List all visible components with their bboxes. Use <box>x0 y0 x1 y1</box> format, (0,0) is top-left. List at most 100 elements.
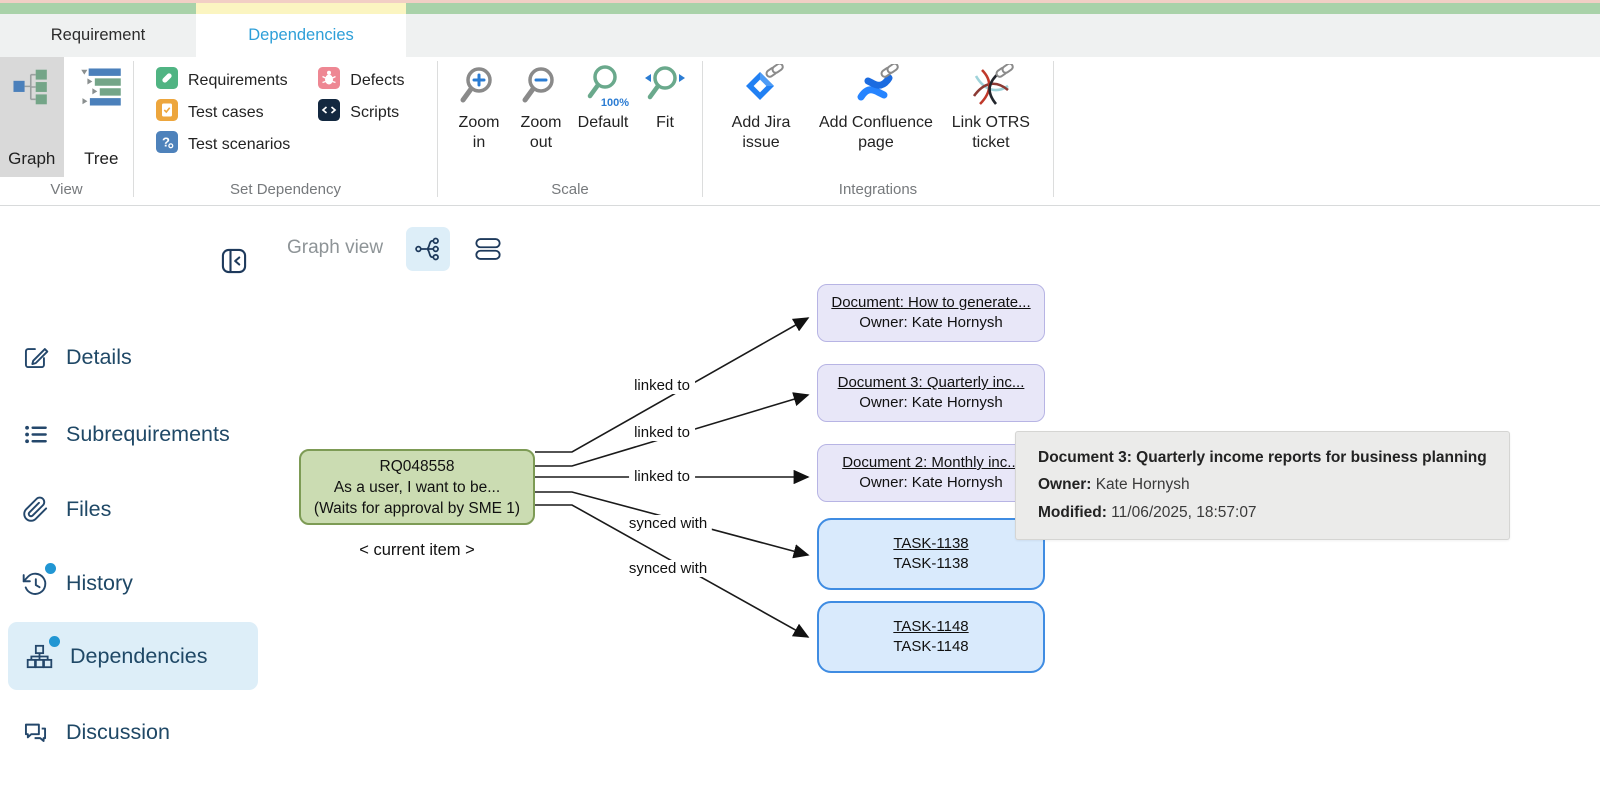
add-jira-label-line2: issue <box>742 133 779 153</box>
defects-label: Defects <box>350 72 404 90</box>
dependencies-notification-dot <box>49 636 60 647</box>
tree-view-label: Tree <box>84 149 118 169</box>
edge-label-linked-to-1: linked to <box>629 377 695 394</box>
current-node-status: (Waits for approval by SME 1) <box>314 498 520 519</box>
document-node-3-link[interactable]: Document 2: Monthly inc... <box>842 453 1020 473</box>
set-dependency-test-scenarios-button[interactable]: ? Test scenarios <box>156 131 290 158</box>
fit-button[interactable]: Fit <box>636 61 694 179</box>
tooltip-owner-row: Owner: Kate Hornysh <box>1038 471 1487 499</box>
document-node-2-owner: Owner: Kate Hornysh <box>859 393 1002 413</box>
document-node-1[interactable]: Document: How to generate... Owner: Kate… <box>817 284 1045 342</box>
default-zoom-label: Default <box>578 113 629 133</box>
zoom-out-button[interactable]: Zoom out <box>512 61 570 179</box>
link-otrs-label-line1: Link OTRS <box>952 113 1030 133</box>
group-label-set-dependency: Set Dependency <box>134 179 437 205</box>
tooltip-modified-row: Modified: 11/06/2025, 18:57:07 <box>1038 499 1487 527</box>
dependencies-panel: Details Subrequirements Files <box>0 207 1600 792</box>
sidebar-item-details[interactable]: Details <box>22 337 132 377</box>
sidebar-label-history: History <box>66 571 133 596</box>
tooltip-owner-label: Owner: <box>1038 476 1091 493</box>
test-scenarios-icon: ? <box>156 131 178 158</box>
sidebar-item-subrequirements[interactable]: Subrequirements <box>22 414 230 454</box>
paperclip-icon <box>22 496 49 523</box>
confluence-icon <box>853 61 899 113</box>
task-node-1138-link[interactable]: TASK-1138 <box>893 534 968 554</box>
edit-icon <box>22 344 49 371</box>
graph-view-icon <box>9 66 55 113</box>
sidebar-item-discussion[interactable]: Discussion <box>22 712 170 752</box>
document-node-1-link[interactable]: Document: How to generate... <box>831 293 1030 313</box>
list-layout-toggle[interactable] <box>468 231 508 267</box>
zoom-in-button[interactable]: Zoom in <box>450 61 508 179</box>
set-dependency-test-cases-button[interactable]: Test cases <box>156 99 290 126</box>
fit-label: Fit <box>656 113 674 133</box>
zoom-out-icon <box>519 61 563 113</box>
graph-view-button[interactable]: Graph <box>0 57 64 177</box>
task-node-1148[interactable]: TASK-1148 TASK-1148 <box>817 601 1045 673</box>
default-zoom-icon: 100% <box>581 61 625 113</box>
document-node-3-owner: Owner: Kate Hornysh <box>859 473 1002 493</box>
ribbon-tab-bar: Requirement Dependencies <box>0 14 1600 57</box>
active-tab-highlight-strip <box>196 3 406 14</box>
requirements-icon <box>156 67 178 94</box>
zoom-in-label-line2: in <box>473 133 485 153</box>
sidebar-item-files[interactable]: Files <box>22 489 111 529</box>
sidebar-label-discussion: Discussion <box>66 720 170 745</box>
tree-view-button[interactable]: Tree <box>70 57 134 177</box>
group-label-view: View <box>0 179 133 205</box>
zoom-out-label-line2: out <box>530 133 552 153</box>
zoom-in-icon <box>457 61 501 113</box>
link-otrs-ticket-button[interactable]: Link OTRS ticket <box>943 61 1039 179</box>
history-icon <box>22 570 49 597</box>
test-cases-icon <box>156 99 178 126</box>
current-requirement-node[interactable]: RQ048558 As a user, I want to be... (Wai… <box>299 449 535 525</box>
add-confluence-label-line1: Add Confluence <box>819 113 933 133</box>
scripts-icon <box>318 99 340 126</box>
scripts-label: Scripts <box>350 104 399 122</box>
app-window: Requirement Dependencies G <box>0 0 1600 792</box>
default-zoom-button[interactable]: 100% Default <box>574 61 632 179</box>
document-node-2[interactable]: Document 3: Quarterly inc... Owner: Kate… <box>817 364 1045 422</box>
sidebar-item-dependencies[interactable]: Dependencies <box>26 636 207 676</box>
collapse-panel-button[interactable] <box>220 247 248 275</box>
edge-label-synced-with-2: synced with <box>624 560 712 577</box>
test-scenarios-label: Test scenarios <box>188 136 290 154</box>
defects-icon <box>318 67 340 94</box>
add-jira-label-line1: Add Jira <box>732 113 791 133</box>
task-node-1148-link[interactable]: TASK-1148 <box>893 617 968 637</box>
task-node-1138[interactable]: TASK-1138 TASK-1138 <box>817 518 1045 590</box>
sidebar-label-files: Files <box>66 497 111 522</box>
graph-view-title: Graph view <box>287 237 383 259</box>
group-label-scale: Scale <box>438 179 702 205</box>
ribbon-group-set-dependency: Requirements Test cases <box>134 57 437 205</box>
tooltip-owner-value: Kate Hornysh <box>1091 476 1189 493</box>
edge-label-synced-with-1: synced with <box>624 515 712 532</box>
set-dependency-requirements-button[interactable]: Requirements <box>156 67 290 94</box>
list-icon <box>22 421 49 448</box>
ribbon-group-view: Graph <box>0 57 133 205</box>
sidebar-label-subrequirements: Subrequirements <box>66 422 230 447</box>
ribbon: Graph <box>0 57 1600 206</box>
history-notification-dot <box>45 563 56 574</box>
edge-label-linked-to-3: linked to <box>629 468 695 485</box>
tab-requirement[interactable]: Requirement <box>0 14 196 57</box>
document-node-3[interactable]: Document 2: Monthly inc... Owner: Kate H… <box>817 444 1045 502</box>
otrs-icon <box>968 61 1014 113</box>
sidebar-item-history[interactable]: History <box>22 563 133 603</box>
tab-dependencies[interactable]: Dependencies <box>196 14 406 57</box>
sidebar-label-details: Details <box>66 345 132 370</box>
default-zoom-percent: 100% <box>601 97 629 109</box>
node-tooltip: Document 3: Quarterly income reports for… <box>1015 431 1510 540</box>
zoom-in-label-line1: Zoom <box>459 113 500 133</box>
set-dependency-scripts-button[interactable]: Scripts <box>318 99 404 126</box>
add-jira-issue-button[interactable]: Add Jira issue <box>713 61 809 179</box>
ribbon-group-scale: Zoom in Zoom out <box>438 57 702 205</box>
sidebar-label-dependencies: Dependencies <box>70 644 207 669</box>
add-confluence-page-button[interactable]: Add Confluence page <box>819 61 933 179</box>
add-confluence-label-line2: page <box>858 133 894 153</box>
set-dependency-defects-button[interactable]: Defects <box>318 67 404 94</box>
document-node-1-owner: Owner: Kate Hornysh <box>859 313 1002 333</box>
link-otrs-label-line2: ticket <box>972 133 1009 153</box>
document-node-2-link[interactable]: Document 3: Quarterly inc... <box>838 373 1025 393</box>
graph-layout-toggle[interactable] <box>406 227 450 271</box>
